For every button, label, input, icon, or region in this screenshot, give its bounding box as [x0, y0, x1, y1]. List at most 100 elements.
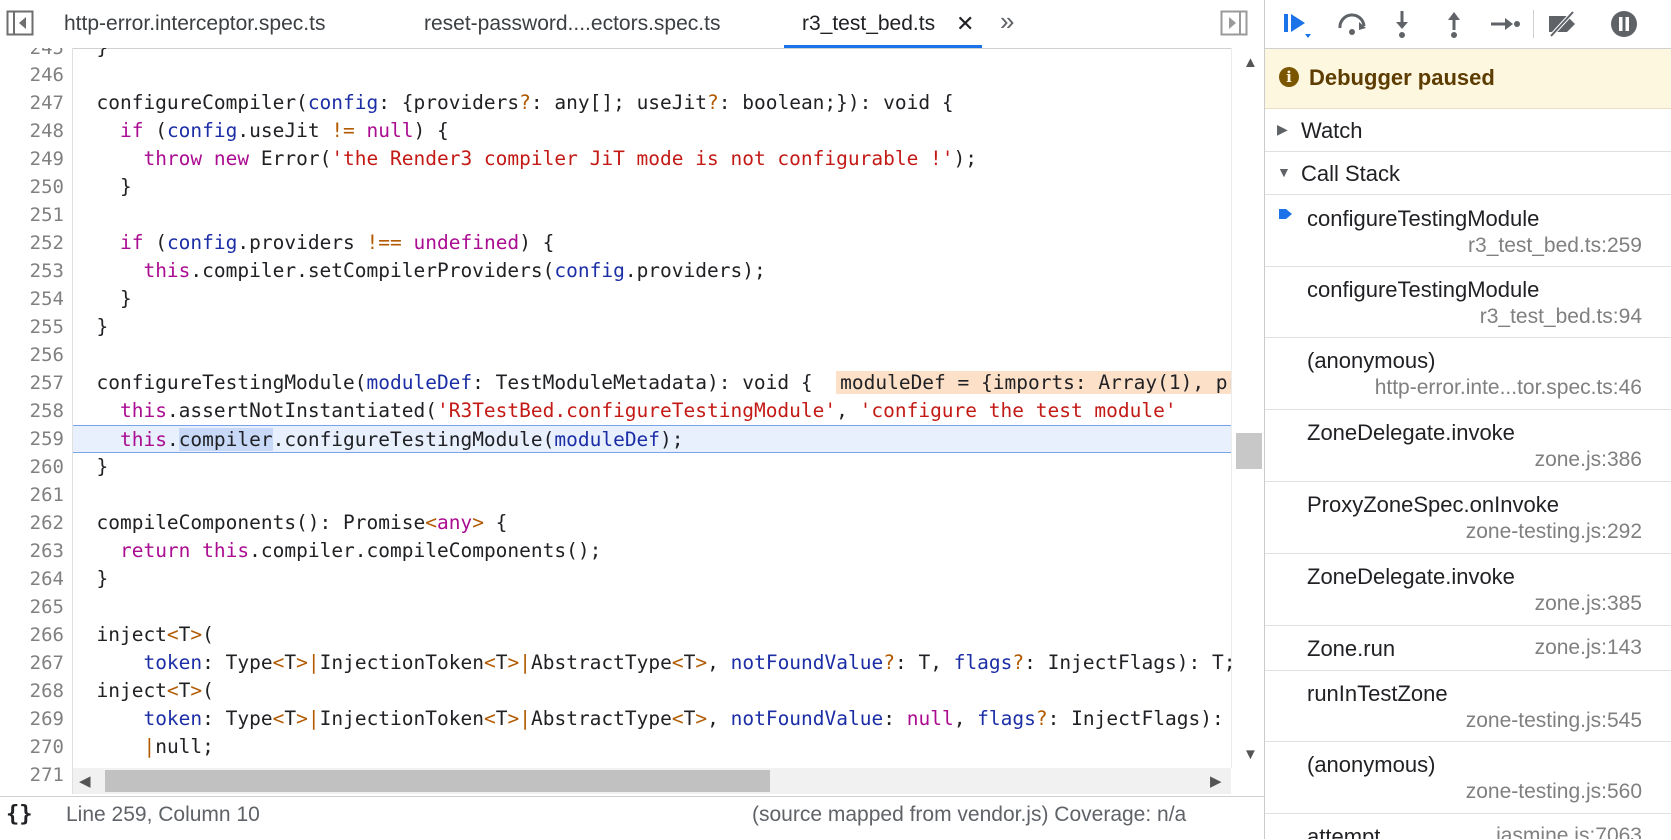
toggle-debugger-icon[interactable] [1220, 10, 1248, 36]
horizontal-scrollbar[interactable]: ◀ ▶ [73, 768, 1231, 794]
frame-location[interactable]: r3_test_bed.ts:259 [1468, 234, 1642, 258]
code-line[interactable]: this.assertNotInstantiated('R3TestBed.co… [73, 397, 1231, 425]
line-number[interactable]: 264 [0, 565, 64, 593]
call-frame[interactable]: (anonymous) http-error.inte...tor.spec.t… [1265, 338, 1671, 410]
line-number[interactable]: 251 [0, 201, 64, 229]
resume-button[interactable] [1281, 8, 1315, 40]
call-frame[interactable]: attempt jasmine.js:7063 [1265, 814, 1671, 839]
frame-location[interactable]: r3_test_bed.ts:94 [1480, 305, 1642, 329]
frame-location[interactable]: zone.js:386 [1535, 448, 1642, 472]
tab-reset-password-selectors-spec[interactable]: reset-password....ectors.spec.ts [424, 0, 720, 48]
frame-location[interactable]: jasmine.js:7063 [1496, 824, 1642, 839]
line-number[interactable]: 262 [0, 509, 64, 537]
call-frame[interactable]: ZoneDelegate.invoke zone.js:385 [1265, 554, 1671, 626]
line-number[interactable]: 257 [0, 369, 64, 397]
line-number[interactable]: 245 [0, 48, 64, 62]
call-frame[interactable]: Zone.run zone.js:143 [1265, 626, 1671, 671]
line-number[interactable]: 270 [0, 733, 64, 761]
line-number[interactable]: 266 [0, 621, 64, 649]
scroll-right-arrow-icon[interactable]: ▶ [1210, 772, 1222, 790]
line-number[interactable]: 247 [0, 89, 64, 117]
frame-location[interactable]: zone.js:385 [1535, 592, 1642, 616]
frame-location[interactable]: zone-testing.js:292 [1466, 520, 1642, 544]
line-number[interactable]: 246 [0, 61, 64, 89]
line-number[interactable]: 248 [0, 117, 64, 145]
call-stack-section-header[interactable]: ▼ Call Stack [1265, 152, 1671, 195]
source-map-info[interactable]: (source mapped from vendor.js) Coverage:… [752, 803, 1186, 827]
horizontal-scroll-thumb[interactable] [105, 770, 770, 792]
code-text: ) { [519, 231, 555, 254]
call-frame[interactable]: configureTestingModule r3_test_bed.ts:25… [1265, 196, 1671, 267]
tab-http-error-interceptor-spec[interactable]: http-error.interceptor.spec.ts [64, 0, 325, 48]
line-number[interactable]: 260 [0, 453, 64, 481]
line-number[interactable]: 255 [0, 313, 64, 341]
tab-r3-test-bed[interactable]: r3_test_bed.ts [784, 0, 982, 48]
call-frame[interactable]: runInTestZone zone-testing.js:545 [1265, 671, 1671, 742]
line-number[interactable]: 258 [0, 397, 64, 425]
line-number[interactable]: 249 [0, 145, 64, 173]
line-number[interactable]: 267 [0, 649, 64, 677]
code-line[interactable]: } [73, 453, 1231, 481]
code-line[interactable]: return this.compiler.compileComponents()… [73, 537, 1231, 565]
more-tabs-icon[interactable]: » [1000, 6, 1015, 37]
step-out-button[interactable] [1437, 8, 1471, 40]
line-number[interactable]: 254 [0, 285, 64, 313]
scroll-left-arrow-icon[interactable]: ◀ [79, 772, 91, 790]
code-line[interactable]: compileComponents(): Promise<any> { [73, 509, 1231, 537]
code-line[interactable]: configureCompiler(config: {providers?: a… [73, 89, 1231, 117]
line-number[interactable]: 271 [0, 761, 64, 789]
scroll-down-arrow-icon[interactable]: ▼ [1243, 746, 1258, 763]
call-frame[interactable]: ProxyZoneSpec.onInvoke zone-testing.js:2… [1265, 482, 1671, 554]
inline-variable-value[interactable]: moduleDef = {imports: Array(1), provider… [836, 371, 1231, 394]
line-number[interactable]: 253 [0, 257, 64, 285]
code-line[interactable]: inject<T>( [73, 621, 1231, 649]
code-line[interactable]: } [73, 48, 1231, 62]
code-line[interactable]: if (config.providers !== undefined) { [73, 229, 1231, 257]
vertical-scroll-thumb[interactable] [1236, 433, 1262, 469]
toggle-navigator-icon[interactable] [6, 10, 34, 36]
code-selection[interactable]: compiler [178, 428, 273, 451]
step-button[interactable] [1487, 8, 1521, 40]
code-line[interactable]: configureTestingModule(moduleDef: TestMo… [73, 369, 1231, 397]
code-line[interactable]: token: Type<T>|InjectionToken<T>|Abstrac… [73, 649, 1231, 677]
line-number[interactable]: 256 [0, 341, 64, 369]
code-line[interactable]: } [73, 173, 1231, 201]
code-line[interactable]: |null; [73, 733, 1231, 761]
scroll-up-arrow-icon[interactable]: ▲ [1243, 54, 1258, 71]
watch-section-header[interactable]: ▶ Watch [1265, 109, 1671, 152]
line-number[interactable]: 268 [0, 677, 64, 705]
code-line[interactable]: } [73, 313, 1231, 341]
code-line[interactable]: if (config.useJit != null) { [73, 117, 1231, 145]
code-lines[interactable]: } configureCompiler(config: {providers?:… [73, 48, 1231, 794]
call-frame[interactable]: (anonymous) zone-testing.js:560 [1265, 742, 1671, 814]
line-number[interactable]: 265 [0, 593, 64, 621]
frame-location[interactable]: zone-testing.js:560 [1466, 780, 1642, 804]
close-tab-icon[interactable]: ✕ [956, 11, 974, 37]
frame-location[interactable]: zone-testing.js:545 [1466, 709, 1642, 733]
line-number[interactable]: 263 [0, 537, 64, 565]
deactivate-breakpoints-button[interactable] [1545, 8, 1579, 40]
frame-location[interactable]: http-error.inte...tor.spec.ts:46 [1375, 376, 1642, 400]
step-over-button[interactable] [1335, 8, 1369, 40]
code-line[interactable]: } [73, 285, 1231, 313]
pause-on-exceptions-button[interactable] [1607, 8, 1641, 40]
call-frame[interactable]: ZoneDelegate.invoke zone.js:386 [1265, 410, 1671, 482]
step-into-button[interactable] [1385, 8, 1419, 40]
pretty-print-button[interactable]: {} [6, 802, 33, 827]
frame-location[interactable]: zone.js:143 [1535, 636, 1642, 660]
line-number[interactable]: 252 [0, 229, 64, 257]
call-frame[interactable]: configureTestingModule r3_test_bed.ts:94 [1265, 267, 1671, 338]
code-line[interactable]: throw new Error('the Render3 compiler Ji… [73, 145, 1231, 173]
line-number[interactable]: 261 [0, 481, 64, 509]
line-number-gutter[interactable]: 245 246 247 248 249 250 251 252 253 254 … [0, 48, 73, 794]
code-line[interactable]: token: Type<T>|InjectionToken<T>|Abstrac… [73, 705, 1231, 733]
line-number[interactable]: 250 [0, 173, 64, 201]
line-number[interactable]: 259 [0, 425, 64, 453]
code-line[interactable]: this.compiler.setCompilerProviders(confi… [73, 257, 1231, 285]
code-line[interactable]: } [73, 565, 1231, 593]
code-viewport[interactable]: 245 246 247 248 249 250 251 252 253 254 … [0, 48, 1264, 794]
current-execution-line[interactable]: this.compiler.configureTestingModule(mod… [73, 425, 1231, 453]
code-line[interactable]: inject<T>( [73, 677, 1231, 705]
line-number[interactable]: 269 [0, 705, 64, 733]
vertical-scrollbar[interactable]: ▲ ▼ [1231, 48, 1264, 768]
